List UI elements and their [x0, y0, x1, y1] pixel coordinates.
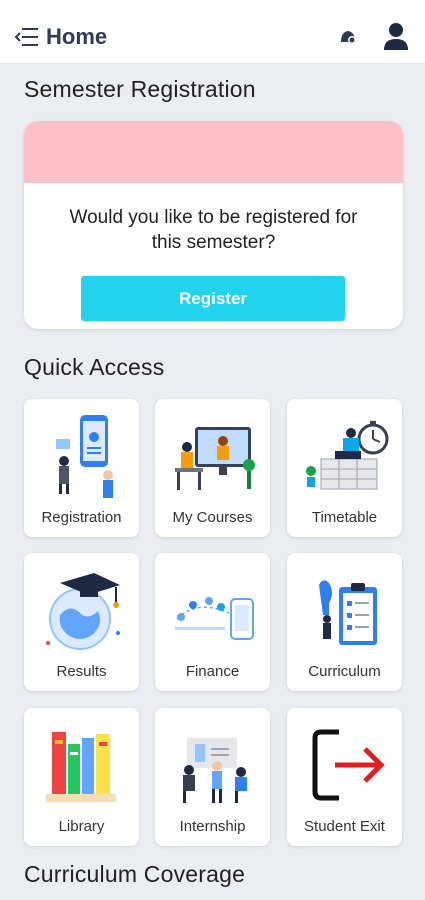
- curriculum-coverage-heading: Curriculum Coverage: [24, 861, 246, 887]
- notification-icon[interactable]: [337, 26, 359, 48]
- internship-icon: [183, 738, 247, 803]
- registration-banner: [24, 121, 403, 183]
- app-bar: Home: [0, 0, 425, 64]
- finance-icon: [175, 597, 254, 640]
- tile-finance[interactable]: Finance: [155, 553, 270, 691]
- tile-timetable[interactable]: Timetable: [287, 399, 402, 537]
- tile-label: Finance: [185, 663, 240, 680]
- tile-library[interactable]: Library: [24, 708, 139, 846]
- registration-card: Would you like to be registered for this…: [24, 121, 403, 329]
- quick-access-heading: Quick Access: [24, 354, 165, 380]
- tile-label: Student Exit: [304, 818, 385, 835]
- results-icon: [46, 573, 120, 650]
- tile-registration[interactable]: Registration: [24, 399, 139, 537]
- tile-results[interactable]: Results: [24, 553, 139, 691]
- semester-registration-heading: Semester Registration: [24, 76, 256, 102]
- page-title: Home: [46, 24, 108, 49]
- tile-label: Timetable: [311, 509, 378, 526]
- tile-my-courses[interactable]: My Courses: [155, 399, 270, 537]
- tile-label: Internship: [179, 818, 246, 835]
- registration-question: Would you like to be registered for this…: [69, 207, 358, 253]
- tile-label: Registration: [41, 509, 122, 526]
- tile-student-exit[interactable]: Student Exit: [287, 708, 402, 846]
- curriculum-icon: [319, 580, 377, 645]
- tile-label: My Courses: [172, 509, 253, 526]
- tile-internship[interactable]: Internship: [155, 708, 270, 846]
- user-icon[interactable]: [382, 22, 410, 52]
- tile-label: Results: [56, 663, 107, 680]
- tile-label: Library: [58, 818, 105, 835]
- courses-icon: [175, 427, 255, 490]
- library-icon: [46, 732, 116, 802]
- timetable-icon: [306, 421, 389, 490]
- register-button[interactable]: Register: [81, 276, 345, 321]
- menu-icon[interactable]: [14, 26, 40, 48]
- registration-icon: [56, 415, 113, 498]
- tile-curriculum[interactable]: Curriculum: [287, 553, 402, 691]
- exit-icon: [312, 729, 385, 801]
- tile-label: Curriculum: [308, 663, 381, 680]
